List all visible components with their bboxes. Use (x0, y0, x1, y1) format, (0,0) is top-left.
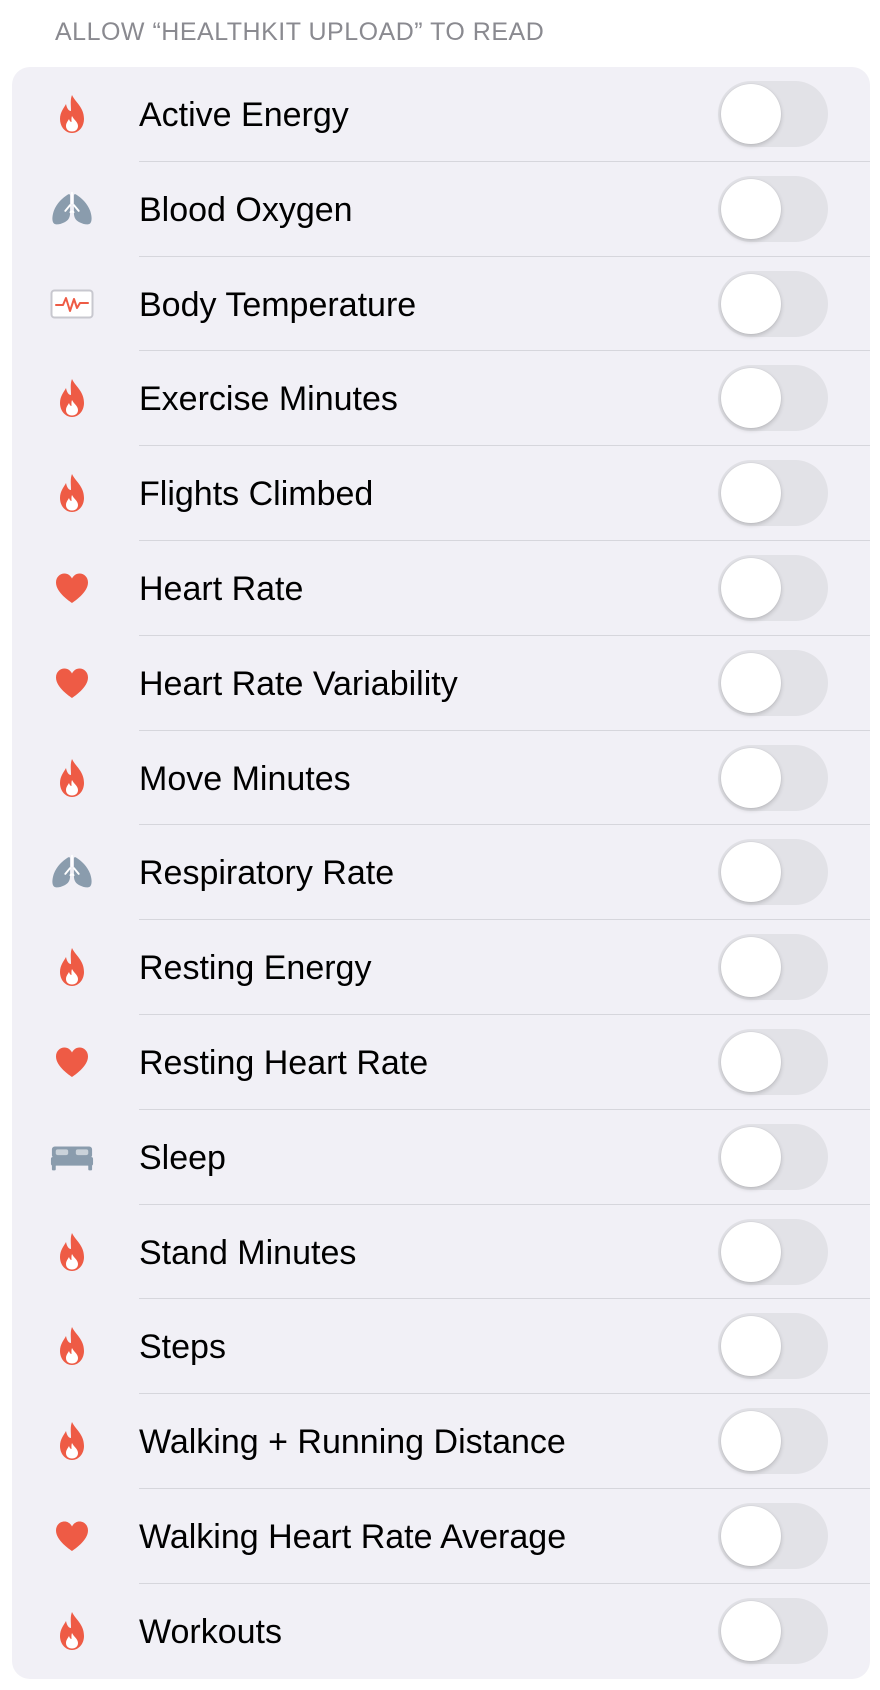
toggle-flights-climbed[interactable] (718, 460, 828, 527)
permission-row-respiratory-rate: Respiratory Rate (12, 825, 870, 921)
toggle-knob (721, 368, 781, 429)
toggle-knob (721, 937, 781, 998)
toggle-heart-rate[interactable] (718, 554, 828, 621)
toggle-knob (721, 1221, 781, 1282)
toggle-resting-heart-rate[interactable] (718, 1028, 828, 1095)
permission-row-active-energy: Active Energy (12, 67, 870, 162)
toggle-active-energy[interactable] (718, 81, 828, 147)
section-header: ALLOW “HEALTHKIT UPLOAD” TO READ (55, 18, 545, 46)
toggle-respiratory-rate[interactable] (718, 839, 828, 906)
toggle-body-temperature[interactable] (718, 270, 828, 337)
permission-label: Stand Minutes (139, 1233, 357, 1272)
permission-row-exercise-minutes: Exercise Minutes (12, 351, 870, 447)
permission-label: Steps (139, 1328, 226, 1367)
lungs-icon (50, 852, 94, 892)
heart-icon (50, 1516, 94, 1556)
heart-icon (50, 568, 94, 608)
toggle-knob (721, 1316, 781, 1377)
flame-icon (50, 1421, 94, 1461)
permission-row-move-minutes: Move Minutes (12, 731, 870, 826)
permission-row-flights-climbed: Flights Climbed (12, 446, 870, 541)
heart-icon (50, 663, 94, 703)
toggle-resting-energy[interactable] (718, 934, 828, 1001)
flame-icon (50, 1326, 94, 1366)
toggle-knob (721, 1505, 781, 1566)
toggle-knob (721, 1031, 781, 1092)
permission-label: Flights Climbed (139, 475, 374, 514)
bed-icon (50, 1137, 94, 1177)
toggle-stand-minutes[interactable] (718, 1218, 828, 1285)
heart-icon (50, 1042, 94, 1082)
lungs-icon (50, 189, 94, 229)
toggle-walking-heart-rate-average[interactable] (718, 1502, 828, 1569)
permission-label: Resting Heart Rate (139, 1043, 429, 1082)
permission-label: Heart Rate (139, 569, 304, 608)
toggle-heart-rate-variability[interactable] (718, 649, 828, 716)
toggle-knob (721, 1411, 781, 1472)
toggle-knob (721, 1126, 781, 1187)
toggle-knob (721, 273, 781, 334)
permission-label: Move Minutes (139, 759, 351, 798)
flame-icon (50, 473, 94, 513)
permission-row-stand-minutes: Stand Minutes (12, 1205, 870, 1300)
permission-row-heart-rate: Heart Rate (12, 541, 870, 636)
permission-row-blood-oxygen: Blood Oxygen (12, 162, 870, 257)
permission-label: Walking Heart Rate Average (139, 1517, 567, 1556)
toggle-sleep[interactable] (718, 1123, 828, 1190)
permission-label: Heart Rate Variability (139, 664, 458, 703)
permission-row-resting-heart-rate: Resting Heart Rate (12, 1015, 870, 1110)
toggle-knob (721, 842, 781, 903)
permission-label: Workouts (139, 1612, 282, 1651)
permission-label: Active Energy (139, 96, 349, 134)
permission-label: Blood Oxygen (139, 190, 353, 229)
flame-icon (50, 1611, 94, 1651)
permission-row-body-temperature: Body Temperature (12, 257, 870, 352)
toggle-knob (721, 84, 781, 144)
flame-icon (50, 378, 94, 418)
toggle-steps[interactable] (718, 1313, 828, 1380)
toggle-workouts[interactable] (718, 1597, 828, 1664)
permissions-list: Active Energy Blood Oxygen Body Temperat… (12, 67, 870, 1679)
permission-row-steps: Steps (12, 1299, 870, 1395)
toggle-knob (721, 463, 781, 524)
permission-row-walking-plus-running-distance: Walking + Running Distance (12, 1394, 870, 1489)
permission-label: Resting Energy (139, 949, 372, 988)
flame-icon (50, 758, 94, 798)
permission-row-walking-heart-rate-average: Walking Heart Rate Average (12, 1489, 870, 1584)
toggle-exercise-minutes[interactable] (718, 365, 828, 432)
permission-row-resting-energy: Resting Energy (12, 920, 870, 1015)
flame-icon (50, 947, 94, 987)
permission-row-sleep: Sleep (12, 1110, 870, 1205)
toggle-move-minutes[interactable] (718, 744, 828, 811)
permission-row-heart-rate-variability: Heart Rate Variability (12, 636, 870, 731)
permission-label: Body Temperature (139, 285, 417, 324)
permission-label: Exercise Minutes (139, 380, 398, 419)
toggle-knob (721, 557, 781, 618)
permission-label: Respiratory Rate (139, 854, 395, 893)
flame-icon (50, 1232, 94, 1272)
toggle-knob (721, 178, 781, 239)
toggle-knob (721, 747, 781, 808)
toggle-knob (721, 1600, 781, 1661)
toggle-blood-oxygen[interactable] (718, 175, 828, 242)
toggle-knob (721, 652, 781, 713)
ecg-icon (50, 284, 94, 324)
flame-icon (50, 94, 94, 134)
permission-label: Walking + Running Distance (139, 1423, 566, 1462)
permission-row-workouts: Workouts (12, 1584, 870, 1679)
permission-label: Sleep (139, 1138, 226, 1177)
toggle-walking-plus-running-distance[interactable] (718, 1408, 828, 1475)
